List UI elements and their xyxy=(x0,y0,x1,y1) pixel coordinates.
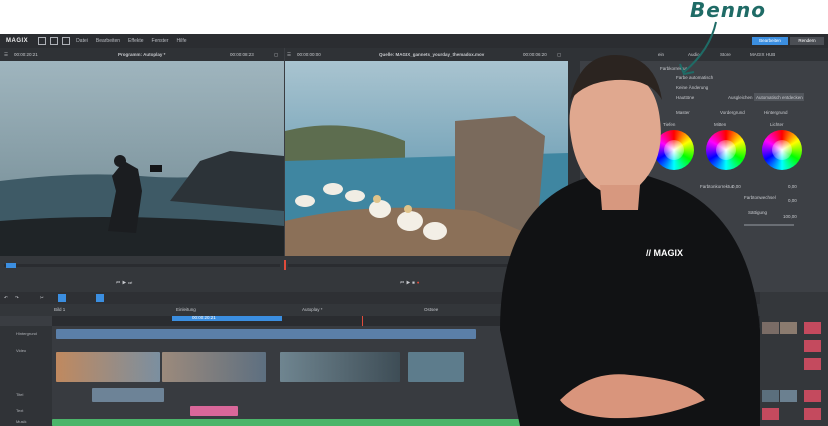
slider-value-4: 100,00 xyxy=(783,214,797,219)
tab-autoplay[interactable]: Autoplay * xyxy=(302,304,323,316)
clip-video-1[interactable] xyxy=(56,352,160,382)
hamburger-icon[interactable]: ☰ xyxy=(287,48,291,61)
menu-effects[interactable]: Effekte xyxy=(128,38,143,44)
record-icon[interactable]: ● xyxy=(417,280,422,285)
clip-music[interactable] xyxy=(52,419,522,426)
clip-video-3[interactable] xyxy=(280,352,400,382)
program-timecode-left: 00:00:20:21 xyxy=(14,52,38,57)
mode-background[interactable]: Hintergrund xyxy=(764,110,788,115)
media-thumb[interactable] xyxy=(762,390,779,402)
program-video-frame[interactable] xyxy=(0,61,284,256)
menu-file[interactable]: Datei xyxy=(76,38,88,44)
clip-video-2[interactable] xyxy=(162,352,266,382)
media-thumb[interactable] xyxy=(804,390,821,402)
slider-value-3: 0,00 xyxy=(788,198,797,203)
highlights-color-wheel[interactable] xyxy=(762,130,802,170)
scissors-icon[interactable]: ✂ xyxy=(40,295,44,301)
clip-title-overlay[interactable] xyxy=(92,388,164,402)
track-name: Titel xyxy=(16,392,24,397)
hamburger-icon[interactable]: ☰ xyxy=(4,48,8,61)
menu-window[interactable]: Fenster xyxy=(152,38,169,44)
track-name: Video xyxy=(16,348,27,353)
track-name: Hintergrund xyxy=(16,331,37,336)
media-thumb[interactable] xyxy=(762,408,779,420)
program-transport: ⏮▶⏭ xyxy=(116,280,134,285)
program-title: Programm: Autoplay * xyxy=(118,52,166,57)
skip-forward-icon[interactable]: ⏭ xyxy=(128,280,134,285)
new-file-icon[interactable] xyxy=(38,37,47,45)
undo-icon[interactable]: ↶ ↷ xyxy=(4,295,22,301)
media-thumb[interactable] xyxy=(780,322,797,334)
presenter-name-annotation: Benno xyxy=(690,0,767,22)
program-timecode-right: 00:00:08:23 xyxy=(230,52,254,57)
media-thumb[interactable] xyxy=(804,340,821,352)
auto-detect-button[interactable]: Automatisch entdecken xyxy=(754,93,804,101)
program-playhead[interactable] xyxy=(6,263,16,268)
tab-ostsee[interactable]: Ostsee xyxy=(424,304,438,316)
media-thumb[interactable] xyxy=(804,358,821,370)
source-timecode-left: 00:00:00:00 xyxy=(297,52,321,57)
source-transport: ⏮▶■● xyxy=(400,280,422,285)
marker-timecode: 00:00:20:21 xyxy=(192,315,216,320)
slider-value-2: 0,00 xyxy=(788,184,797,189)
expand-icon[interactable]: ▢ xyxy=(274,48,278,61)
wheel-label-highlights: Lichter xyxy=(770,122,784,127)
media-thumb[interactable] xyxy=(804,408,821,420)
media-thumb[interactable] xyxy=(780,390,797,402)
clip-background[interactable] xyxy=(56,329,476,339)
tab-bild-1[interactable]: Bild 1 xyxy=(54,304,65,316)
track-name: Text xyxy=(16,408,24,413)
media-thumb[interactable] xyxy=(762,322,779,334)
open-icon[interactable] xyxy=(50,37,59,45)
render-button[interactable]: Rendern xyxy=(790,37,824,45)
clip-text[interactable] xyxy=(190,406,238,416)
program-monitor-header: ☰ 00:00:20:21 Programm: Autoplay * 00:00… xyxy=(0,48,284,61)
shirt-logo: // MAGIX xyxy=(646,248,683,258)
media-pool xyxy=(760,292,828,426)
menu-help[interactable]: Hilfe xyxy=(176,38,186,44)
program-scrub-bar[interactable] xyxy=(4,264,280,267)
annotation-arrow-icon xyxy=(679,21,717,76)
media-thumb[interactable] xyxy=(804,322,821,334)
clip-video-4[interactable] xyxy=(408,352,464,382)
app-logo: MAGIX xyxy=(6,38,29,44)
work-range[interactable] xyxy=(172,316,282,321)
track-name: Musik xyxy=(16,419,27,424)
menu-edit[interactable]: Bearbeiten xyxy=(96,38,120,44)
save-icon[interactable] xyxy=(62,37,71,45)
arrow-icon[interactable] xyxy=(58,294,66,302)
magnify-icon[interactable] xyxy=(96,294,104,302)
source-in-marker[interactable] xyxy=(284,260,286,270)
